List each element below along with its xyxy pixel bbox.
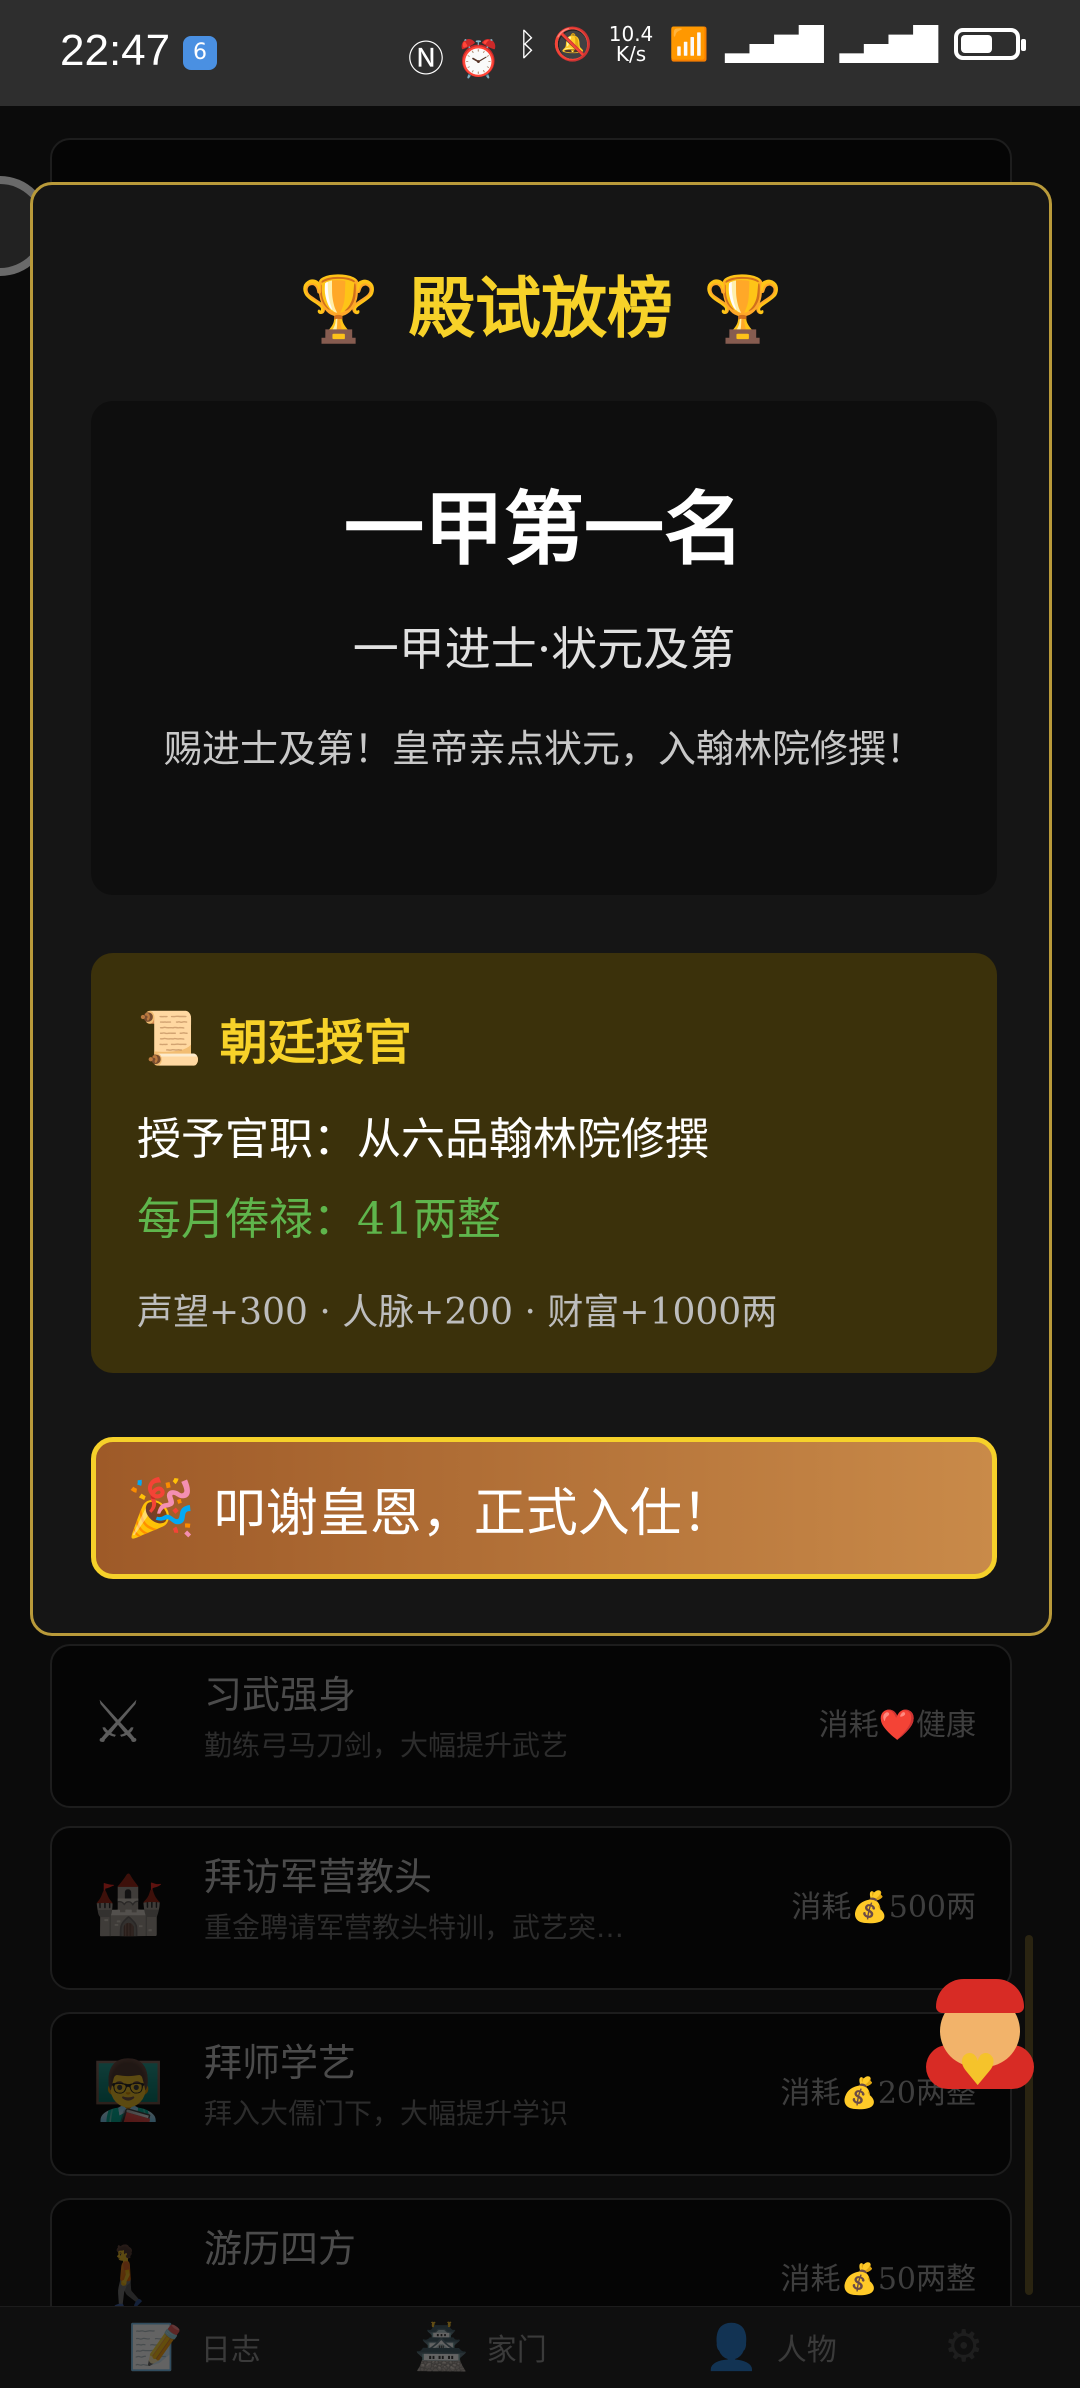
- trophy-icon: 🏆: [703, 273, 783, 347]
- app-notification-badge: 6: [183, 36, 217, 70]
- office-card: 📜 朝廷授官 授予官职：从六品翰林院修撰 每月俸禄：41两整 声望+300 · …: [91, 953, 997, 1373]
- home-icon: 🏯: [414, 2322, 469, 2373]
- heart-icon: ♥: [958, 2045, 998, 2096]
- nav-label: 人物: [776, 2333, 837, 2368]
- activity-title: 习武强身: [204, 1673, 357, 1717]
- scholar-icon: 👨‍🏫: [92, 2056, 165, 2124]
- exam-result-modal: 🏆 殿试放榜 🏆 一甲第一名 一甲进士·状元及第 赐进士及第！皇帝亲点状元，入翰林院…: [30, 182, 1052, 1636]
- office-rewards: 声望+300 · 人脉+200 · 财富+1000两: [137, 1292, 778, 1333]
- modal-title-text: 殿试放榜: [409, 269, 673, 347]
- office-title: 朝廷授官: [219, 1015, 412, 1071]
- status-bar: 22:47 6 Ⓝ⏰ ᛒ 🔕 10.4 K/s 📶 ▂▄▆█ ▂▄▆█: [0, 0, 1080, 106]
- activity-cost: 消耗💰500两: [791, 1890, 976, 1925]
- mascot-hat: [936, 1979, 1024, 2013]
- swords-icon: ⚔: [92, 1688, 144, 1756]
- status-time: 22:47: [60, 26, 171, 75]
- signal-icon: ▂▄▆█: [725, 25, 824, 63]
- settings-icon: ⚙: [944, 2321, 984, 2372]
- confirm-label: 叩谢皇恩，正式入仕！: [213, 1483, 734, 1544]
- rank-description: 赐进士及第！皇帝亲点状元，入翰林院修撰！: [163, 727, 924, 771]
- party-popper-icon: 🎉: [126, 1476, 196, 1541]
- status-right-icons: ᛒ 🔕 10.4 K/s 📶 ▂▄▆█ ▂▄▆█: [517, 22, 1026, 66]
- list-item[interactable]: 👨‍🏫 拜师学艺 拜入大儒门下，大幅提升学识 消耗💰20两整: [50, 2012, 1012, 2176]
- rank-card: 一甲第一名 一甲进士·状元及第 赐进士及第！皇帝亲点状元，入翰林院修撰！: [91, 401, 997, 895]
- alarm-icon: ⏰: [456, 39, 513, 80]
- net-speed: 10.4 K/s: [608, 22, 654, 66]
- battery-icon: [954, 28, 1026, 60]
- battery-level: [961, 35, 992, 53]
- trophy-icon: 🏆: [299, 273, 379, 347]
- activity-desc: 重金聘请军营教头特训，武艺突…: [204, 1911, 625, 1944]
- office-header: 📜 朝廷授官: [137, 1003, 412, 1073]
- castle-icon: 🏰: [92, 1870, 165, 1938]
- activity-cost: 消耗❤️健康: [818, 1708, 976, 1743]
- nav-settings[interactable]: ⚙: [944, 2321, 983, 2372]
- office-post: 授予官职：从六品翰林院修撰: [137, 1114, 709, 1165]
- activity-desc: 勤练弓马刀剑，大幅提升武艺: [204, 1729, 569, 1762]
- status-left-icons: Ⓝ⏰: [408, 30, 513, 82]
- activity-cost: 消耗💰50两整: [780, 2262, 976, 2297]
- activity-title: 拜师学艺: [204, 2041, 357, 2085]
- activity-desc: 拜入大儒门下，大幅提升学识: [204, 2097, 569, 2130]
- scroll-icon: 📜: [137, 1008, 202, 1069]
- 4g-signal-icon: ▂▄▆█: [839, 25, 938, 63]
- nav-label: 日志: [200, 2333, 261, 2368]
- nfc-icon: Ⓝ: [408, 39, 457, 80]
- journal-icon: 📝: [128, 2322, 183, 2373]
- fortune-god-floating-icon[interactable]: ♥: [910, 1975, 1050, 2096]
- wifi-icon: 📶: [669, 25, 710, 63]
- nav-home[interactable]: 🏯 家门: [414, 2321, 547, 2373]
- activity-title: 游历四方: [204, 2227, 357, 2271]
- office-salary: 每月俸禄：41两整: [137, 1194, 501, 1245]
- nav-person[interactable]: 👤 人物: [704, 2321, 837, 2373]
- bottom-nav: 📝 日志 🏯 家门 👤 人物 ⚙: [0, 2306, 1080, 2388]
- walker-icon: 🚶: [92, 2242, 165, 2310]
- modal-title: 🏆 殿试放榜 🏆: [33, 255, 1049, 351]
- mute-icon: 🔕: [552, 25, 593, 63]
- rank-title: 一甲第一名: [344, 482, 744, 576]
- list-item[interactable]: ⚔ 习武强身 勤练弓马刀剑，大幅提升武艺 消耗❤️健康: [50, 1644, 1012, 1808]
- rank-subtitle: 一甲进士·状元及第: [352, 622, 736, 676]
- nav-journal[interactable]: 📝 日志: [128, 2321, 261, 2373]
- confirm-button[interactable]: 🎉 叩谢皇恩，正式入仕！: [91, 1437, 997, 1579]
- activity-title: 拜访军营教头: [204, 1855, 433, 1899]
- person-icon: 👤: [704, 2322, 759, 2373]
- nav-label: 家门: [486, 2333, 547, 2368]
- list-item[interactable]: 🏰 拜访军营教头 重金聘请军营教头特训，武艺突… 消耗💰500两: [50, 1826, 1012, 1990]
- bluetooth-icon: ᛒ: [517, 25, 537, 63]
